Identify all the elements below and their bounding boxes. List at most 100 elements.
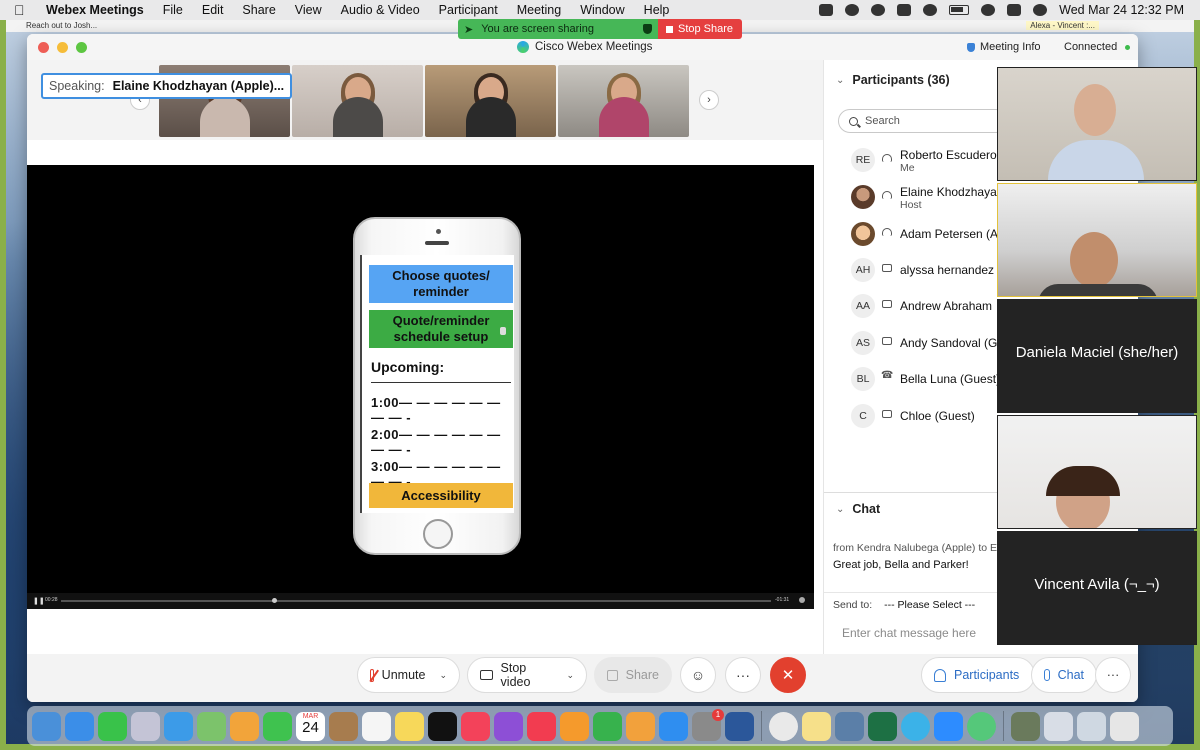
- music-icon[interactable]: [461, 711, 490, 741]
- menu-participant[interactable]: Participant: [439, 3, 498, 17]
- meeting-info-button[interactable]: Meeting Info: [967, 41, 1041, 53]
- maximize-window-button[interactable]: [76, 42, 87, 53]
- reactions-button[interactable]: ☺: [680, 657, 716, 693]
- unmute-button[interactable]: Unmute ⌄: [357, 657, 460, 693]
- participant-row[interactable]: BL Bella Luna (Guest): [824, 361, 999, 397]
- pause-icon[interactable]: ❚❚: [33, 597, 45, 605]
- video-tile[interactable]: Daniela Maciel (she/her): [997, 299, 1197, 413]
- siri-icon[interactable]: [1033, 4, 1048, 16]
- screenshot-thumbnail[interactable]: [1011, 711, 1040, 741]
- reminders-icon[interactable]: [362, 711, 391, 741]
- notes-icon[interactable]: [395, 711, 424, 741]
- leave-meeting-button[interactable]: ✕: [770, 657, 806, 693]
- menu-file[interactable]: File: [163, 3, 183, 17]
- participant-row[interactable]: C Chloe (Guest): [824, 398, 999, 434]
- participants-toggle-button[interactable]: Participants: [921, 657, 1035, 693]
- chat-input[interactable]: Enter chat message here: [842, 626, 976, 640]
- participant-thumbnail[interactable]: [292, 65, 423, 137]
- video-tile[interactable]: Vincent Avila (¬_¬): [997, 531, 1197, 645]
- menu-audio-video[interactable]: Audio & Video: [341, 3, 420, 17]
- menu-view[interactable]: View: [295, 3, 322, 17]
- numbers-icon[interactable]: [593, 711, 622, 741]
- menu-help[interactable]: Help: [644, 3, 670, 17]
- participant-row[interactable]: Elaine Khodzhayan Host: [824, 179, 999, 215]
- messages-icon[interactable]: [98, 711, 127, 741]
- chat-toggle-button[interactable]: Chat: [1031, 657, 1097, 693]
- contacts-icon[interactable]: [329, 711, 358, 741]
- participant-row[interactable]: RE Roberto Escudero Me: [824, 142, 999, 178]
- close-window-button[interactable]: [38, 42, 49, 53]
- participant-row[interactable]: Adam Petersen (A: [824, 216, 999, 252]
- excel-icon[interactable]: [868, 711, 897, 741]
- battery-icon[interactable]: [949, 5, 970, 15]
- stop-video-button[interactable]: Stop video ⌄: [467, 657, 587, 693]
- chrome-icon[interactable]: [769, 711, 798, 741]
- person-hair: [1046, 466, 1120, 496]
- chevron-down-icon[interactable]: ⌄: [566, 670, 574, 681]
- stickies-icon[interactable]: [802, 711, 831, 741]
- apple-tv-icon[interactable]: [428, 711, 457, 741]
- share-button[interactable]: Share: [594, 657, 672, 693]
- participant-thumbnail[interactable]: [425, 65, 556, 137]
- word-icon[interactable]: [725, 711, 754, 741]
- sync-icon[interactable]: [845, 4, 860, 16]
- apple-icon[interactable]: : [14, 2, 28, 18]
- stop-share-button[interactable]: Stop Share: [658, 19, 742, 39]
- trash-icon[interactable]: [1110, 711, 1139, 741]
- maps-icon[interactable]: [197, 711, 226, 741]
- participant-thumbnail[interactable]: [558, 65, 689, 137]
- launchpad-icon[interactable]: [131, 711, 160, 741]
- thumbnail-next-button[interactable]: ›: [699, 90, 719, 110]
- alexa-note[interactable]: Alexa - Vincent :...: [1026, 21, 1099, 30]
- zoom-icon[interactable]: [934, 711, 963, 741]
- video-scrubber-handle[interactable]: [272, 598, 277, 603]
- chevron-down-icon[interactable]: ⌄: [439, 670, 447, 681]
- participant-row[interactable]: AH alyssa hernandez: [824, 252, 999, 288]
- chat-header[interactable]: ⌄ Chat: [836, 502, 880, 516]
- participant-row[interactable]: AA Andrew Abraham: [824, 288, 999, 324]
- reminder-note[interactable]: Reach out to Josh...: [26, 21, 97, 30]
- app-store-icon[interactable]: [659, 711, 688, 741]
- menu-app-name[interactable]: Webex Meetings: [46, 3, 144, 17]
- keynote-icon[interactable]: [560, 711, 589, 741]
- menu-share[interactable]: Share: [242, 3, 275, 17]
- participants-header[interactable]: ⌄ Participants (36): [836, 73, 950, 87]
- facetime-icon[interactable]: [263, 711, 292, 741]
- zoom-status-icon[interactable]: [819, 4, 834, 16]
- vpn-icon[interactable]: [897, 4, 912, 16]
- participant-search-input[interactable]: Search: [838, 109, 1008, 133]
- video-tile[interactable]: [997, 183, 1197, 297]
- webex-meetings-icon[interactable]: [967, 711, 996, 741]
- video-tile[interactable]: [997, 415, 1197, 529]
- control-center-icon[interactable]: [1007, 4, 1022, 16]
- calendar-icon[interactable]: MAR 24: [296, 711, 325, 741]
- creative-cloud-icon[interactable]: [871, 4, 886, 16]
- play-icon[interactable]: [923, 4, 938, 16]
- podcasts-icon[interactable]: [494, 711, 523, 741]
- finder-icon[interactable]: [32, 711, 61, 741]
- menu-window[interactable]: Window: [580, 3, 624, 17]
- photos-icon[interactable]: [230, 711, 259, 741]
- video-progress-bar[interactable]: [61, 600, 771, 602]
- menu-meeting[interactable]: Meeting: [517, 3, 561, 17]
- wifi-icon[interactable]: [981, 4, 996, 16]
- minimize-window-button[interactable]: [57, 42, 68, 53]
- video-tile[interactable]: [997, 67, 1197, 181]
- more-options-button[interactable]: ···: [725, 657, 761, 693]
- panel-more-button[interactable]: ···: [1095, 657, 1131, 693]
- menu-clock[interactable]: Wed Mar 24 12:32 PM: [1059, 3, 1184, 17]
- volume-icon[interactable]: [799, 597, 805, 603]
- preview-icon[interactable]: [835, 711, 864, 741]
- window-thumbnail[interactable]: [1077, 711, 1106, 741]
- mail-icon[interactable]: [164, 711, 193, 741]
- system-preferences-icon[interactable]: 1: [692, 708, 724, 741]
- menu-edit[interactable]: Edit: [202, 3, 224, 17]
- send-to-select[interactable]: --- Please Select ---: [884, 599, 975, 611]
- pages-icon[interactable]: [626, 711, 655, 741]
- participant-row[interactable]: AS Andy Sandoval (G: [824, 325, 999, 361]
- connection-status: Connected: [1064, 41, 1131, 53]
- safari-icon[interactable]: [65, 711, 94, 741]
- document-thumbnail[interactable]: [1044, 711, 1073, 741]
- webex-icon[interactable]: [901, 711, 930, 741]
- news-icon[interactable]: [527, 711, 556, 741]
